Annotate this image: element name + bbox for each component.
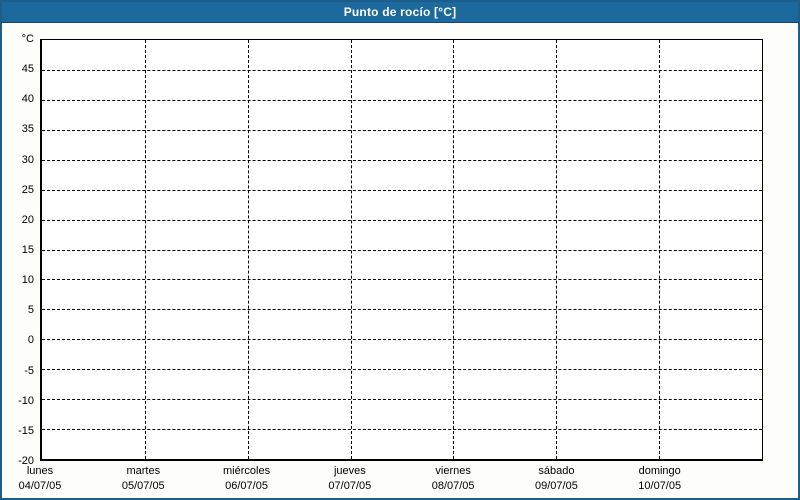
horizontal-gridline: [42, 339, 762, 341]
y-axis-tick-label: 15: [21, 244, 34, 256]
horizontal-gridline: [42, 399, 762, 401]
y-axis-tick-label: 35: [21, 123, 34, 136]
horizontal-gridline: [42, 249, 762, 251]
day-name-label: miércoles: [223, 465, 271, 477]
horizontal-gridline: [42, 219, 762, 221]
chart-window: Punto de rocío [°C] °C 45 40 35 30 25 20 15 10 5…: [0, 0, 800, 500]
day-name-label: sábado: [538, 465, 575, 477]
x-axis-labels: lunes 04/07/05 martes 05/07/05 miércoles 06/0…: [19, 464, 763, 496]
x-axis-day-label: miércoles 06/07/05: [195, 464, 299, 494]
horizontal-gridline: [42, 99, 762, 101]
horizontal-gridline: [42, 369, 762, 371]
vertical-gridline: [144, 40, 146, 459]
horizontal-gridline: [42, 429, 762, 431]
plot-area: [40, 39, 763, 461]
y-axis-tick-label: -10: [18, 394, 34, 407]
day-date-label: 04/07/05: [18, 480, 62, 492]
day-name-label: viernes: [435, 465, 471, 477]
day-date-label: 08/07/05: [431, 480, 475, 492]
y-axis-labels: °C 45 40 35 30 25 20 15 10 5 0 -5 -10 -15 -20: [2, 33, 36, 467]
day-date-label: 09/07/05: [535, 480, 578, 492]
x-axis-day-label: viernes 08/07/05: [401, 464, 505, 494]
y-axis-tick-label: -5: [24, 364, 34, 377]
vertical-gridline: [659, 40, 661, 459]
day-date-label: 10/07/05: [638, 480, 682, 492]
horizontal-gridline: [42, 309, 762, 311]
y-axis-tick-label: 45: [21, 63, 34, 76]
day-date-label: 06/07/05: [225, 480, 268, 492]
day-name-label: martes: [126, 465, 161, 477]
vertical-gridline: [453, 40, 455, 459]
y-axis-tick-label: 25: [21, 183, 34, 196]
horizontal-gridline: [42, 189, 762, 191]
day-date-label: 05/07/05: [121, 480, 165, 492]
y-axis-tick-label: -15: [18, 424, 34, 437]
chart-area: °C 45 40 35 30 25 20 15 10 5 0 -5 -10 -15 -20 lunes 04…: [2, 2, 798, 498]
x-axis-day-label: sábado 09/07/05: [504, 464, 608, 494]
x-axis-day-label: jueves 07/07/05: [298, 464, 402, 494]
x-axis-day-label: domingo 10/07/05: [608, 464, 712, 494]
y-axis-tick-label: 20: [21, 213, 34, 226]
x-axis-day-label: martes 05/07/05: [91, 464, 195, 494]
y-axis-tick-label: 40: [21, 93, 34, 106]
x-axis-day-label: lunes 04/07/05: [2, 464, 92, 494]
vertical-gridline: [247, 40, 249, 459]
horizontal-gridline: [42, 69, 762, 71]
y-axis-tick-label: 10: [21, 274, 34, 287]
day-date-label: 07/07/05: [328, 480, 372, 492]
y-axis-unit-label: °C: [21, 33, 34, 45]
horizontal-gridline: [42, 129, 762, 131]
y-axis-tick-label: 0: [27, 334, 34, 347]
vertical-gridline: [556, 40, 558, 459]
day-name-label: jueves: [333, 465, 366, 477]
y-axis-tick-label: 5: [27, 304, 34, 317]
y-axis-tick-label: 30: [21, 153, 34, 166]
day-name-label: lunes: [26, 465, 54, 477]
day-name-label: domingo: [638, 465, 681, 477]
horizontal-gridline: [42, 279, 762, 281]
vertical-gridline: [350, 40, 352, 459]
horizontal-gridline: [42, 159, 762, 161]
